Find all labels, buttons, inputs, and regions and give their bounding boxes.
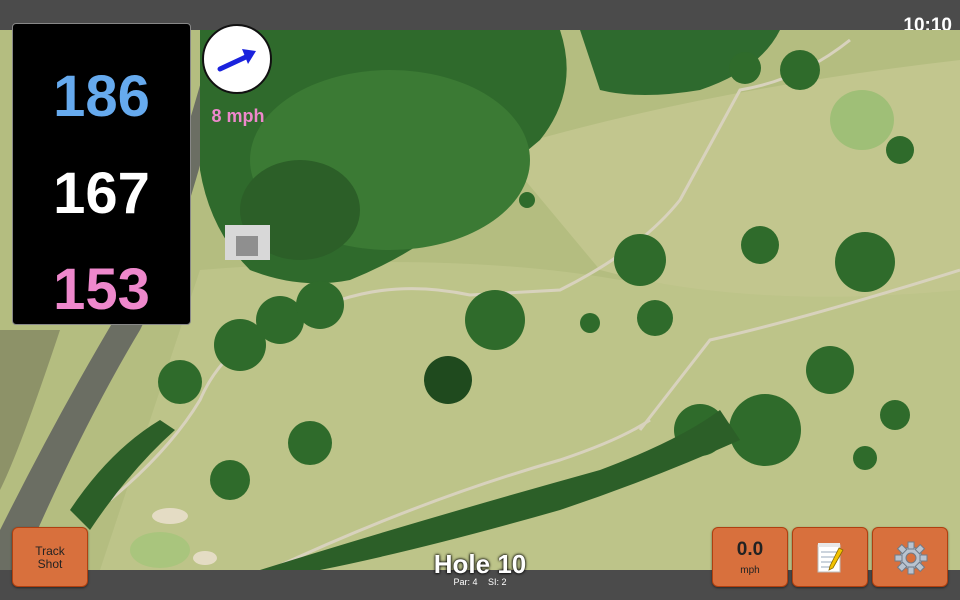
yardage-panel: 186 167 153 <box>12 23 191 325</box>
back-yardage: 186 <box>53 64 150 129</box>
settings-button[interactable] <box>872 527 948 587</box>
stroke-index-label: SI: 2 <box>488 577 507 587</box>
speed-value: 0.0 <box>736 539 764 560</box>
hole-info: Par: 4 SI: 2 <box>380 577 580 587</box>
notepad-icon <box>817 543 844 573</box>
wind-arrow-icon <box>217 49 256 72</box>
notes-button[interactable] <box>792 527 868 587</box>
speed-unit: mph <box>740 565 760 576</box>
speed-button[interactable]: 0.0 mph <box>712 527 788 587</box>
wind-speed-label: 8 mph <box>211 106 265 126</box>
wind-indicator <box>202 24 272 94</box>
par-label: Par: 4 <box>453 577 478 587</box>
front-yardage: 153 <box>53 257 150 322</box>
middle-yardage: 167 <box>53 161 150 226</box>
hole-title: Hole 10 <box>433 549 527 579</box>
track-shot-button[interactable]: Track Shot <box>12 527 88 587</box>
track-shot-label-2: Shot <box>37 557 63 571</box>
gear-icon <box>894 541 928 575</box>
